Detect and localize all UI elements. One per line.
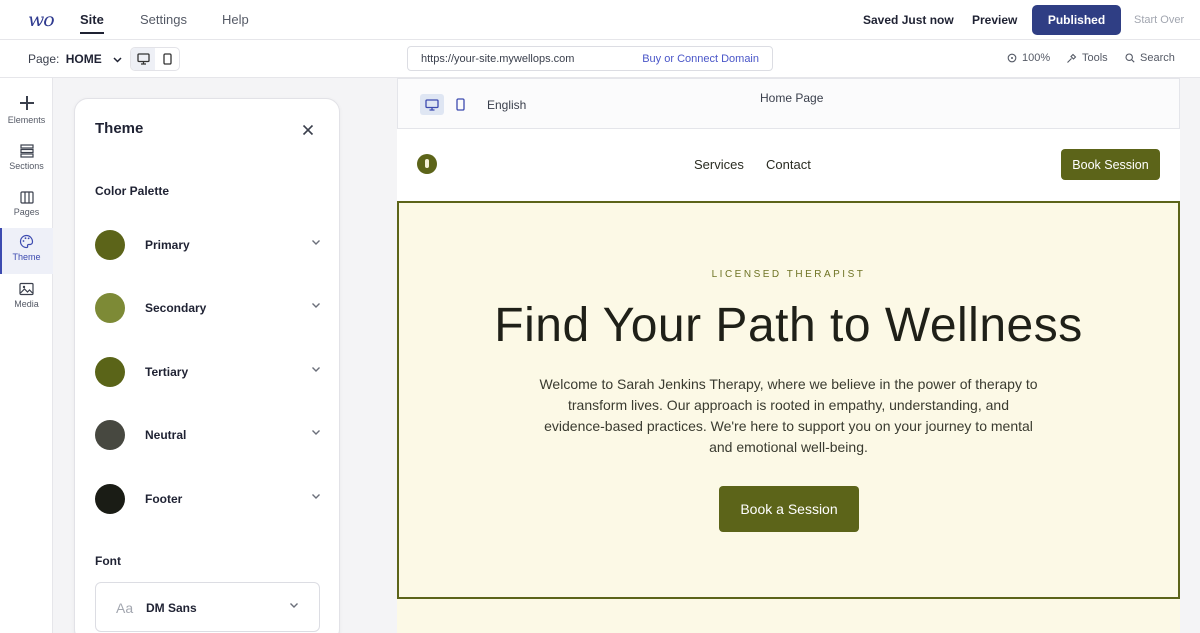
page-selector-prefix: Page: (28, 52, 60, 66)
color-swatch (95, 484, 125, 514)
chevron-down-icon (312, 367, 320, 372)
zoom-control[interactable]: 100% (1007, 52, 1050, 64)
hero-eyebrow: LICENSED THERAPIST (711, 269, 866, 280)
font-label: Font (95, 554, 121, 568)
plus-icon (19, 96, 34, 110)
mobile-view-button[interactable] (155, 48, 179, 70)
buy-domain-link[interactable]: Buy or Connect Domain (642, 53, 759, 65)
color-row-footer[interactable]: Footer (95, 482, 321, 516)
book-a-session-button[interactable]: Book a Session (719, 486, 859, 532)
font-name: DM Sans (146, 601, 197, 615)
nav-settings[interactable]: Settings (140, 12, 187, 27)
app-logo[interactable]: wo (28, 9, 55, 31)
desktop-view-button[interactable] (131, 48, 155, 70)
save-status: Saved Just now (863, 13, 954, 27)
page-selector[interactable]: Page: HOME (28, 52, 122, 66)
desktop-icon (425, 98, 439, 111)
site-logo[interactable] (417, 154, 437, 174)
published-button[interactable]: Published (1032, 5, 1121, 35)
font-selector[interactable]: Aa DM Sans (95, 582, 320, 632)
color-name: Footer (145, 492, 183, 506)
next-section (397, 599, 1180, 633)
chevron-down-icon (312, 303, 320, 308)
language-selector[interactable]: English (487, 98, 526, 112)
top-bar: wo Site Settings Help Saved Just now Pre… (0, 0, 1200, 40)
search-label: Search (1140, 52, 1175, 64)
chevron-down-icon (290, 603, 298, 608)
close-button[interactable] (299, 121, 317, 139)
editor-toolbar: Page: HOME https://your-site.mywellops.c… (0, 40, 1200, 78)
page-selector-value: HOME (65, 52, 102, 66)
mobile-icon (162, 53, 172, 65)
palette-icon (19, 234, 34, 249)
zoom-icon (1007, 53, 1017, 63)
search-icon (1125, 53, 1135, 63)
site-preview-canvas: English Home Page Services Contact Book … (397, 78, 1180, 633)
image-icon (19, 282, 34, 296)
url-bar: https://your-site.mywellops.com Buy or C… (407, 46, 773, 71)
book-session-button[interactable]: Book Session (1061, 149, 1160, 180)
left-rail: Elements Sections Pages Theme Media (0, 78, 53, 633)
color-name: Primary (145, 238, 190, 252)
rail-item-media[interactable]: Media (0, 276, 53, 320)
tools-icon (1067, 53, 1077, 63)
site-url[interactable]: https://your-site.mywellops.com (421, 53, 574, 65)
color-row-tertiary[interactable]: Tertiary (95, 355, 321, 389)
color-row-secondary[interactable]: Secondary (95, 291, 321, 325)
chevron-down-icon (312, 430, 320, 435)
color-swatch (95, 293, 125, 323)
device-toggle (130, 47, 180, 71)
rail-item-theme[interactable]: Theme (0, 228, 53, 274)
nav-site[interactable]: Site (80, 12, 104, 34)
color-swatch (95, 230, 125, 260)
hero-section[interactable]: LICENSED THERAPIST Find Your Path to Wel… (397, 201, 1180, 599)
preview-toolbar: English Home Page (397, 78, 1180, 129)
panel-title: Theme (95, 120, 144, 137)
color-swatch (95, 420, 125, 450)
color-name: Secondary (145, 301, 207, 315)
rail-item-sections[interactable]: Sections (0, 138, 53, 182)
preview-page-title: Home Page (760, 91, 824, 105)
color-row-neutral[interactable]: Neutral (95, 418, 321, 452)
search-button[interactable]: Search (1125, 52, 1175, 64)
pages-icon (19, 191, 34, 204)
color-palette-label: Color Palette (95, 184, 170, 198)
rail-item-elements[interactable]: Elements (0, 88, 53, 132)
hero-title: Find Your Path to Wellness (494, 299, 1083, 352)
tools-button[interactable]: Tools (1066, 52, 1108, 64)
color-swatch (95, 357, 125, 387)
tools-label: Tools (1082, 52, 1108, 64)
sections-icon (19, 144, 34, 158)
rail-item-pages[interactable]: Pages (0, 184, 53, 228)
rail-item-label: Sections (9, 161, 44, 171)
color-row-primary[interactable]: Primary (95, 228, 321, 262)
rail-item-label: Pages (13, 207, 40, 217)
nav-help[interactable]: Help (222, 12, 249, 27)
start-over-button[interactable]: Start Over (1134, 14, 1184, 26)
font-sample: Aa (116, 600, 134, 616)
rail-item-label: Theme (12, 252, 41, 262)
chevron-down-icon (312, 240, 320, 245)
desktop-icon (136, 53, 150, 65)
theme-panel: Theme Color Palette Primary Secondary Te… (74, 98, 340, 633)
preview-mobile-button[interactable] (448, 94, 472, 115)
hero-body: Welcome to Sarah Jenkins Therapy, where … (539, 376, 1038, 455)
preview-desktop-button[interactable] (420, 94, 444, 115)
close-icon (302, 124, 314, 136)
site-nav-services[interactable]: Services (694, 157, 744, 172)
preview-button[interactable]: Preview (972, 13, 1017, 27)
zoom-value: 100% (1022, 52, 1051, 64)
mobile-icon (455, 98, 465, 111)
rail-item-label: Elements (7, 115, 46, 125)
color-name: Tertiary (145, 365, 189, 379)
chevron-down-icon (312, 494, 320, 499)
site-header: Services Contact Book Session (397, 129, 1180, 201)
rail-item-label: Media (14, 299, 39, 309)
chevron-down-icon (113, 55, 122, 66)
color-name: Neutral (145, 428, 187, 442)
site-nav-contact[interactable]: Contact (766, 157, 811, 172)
